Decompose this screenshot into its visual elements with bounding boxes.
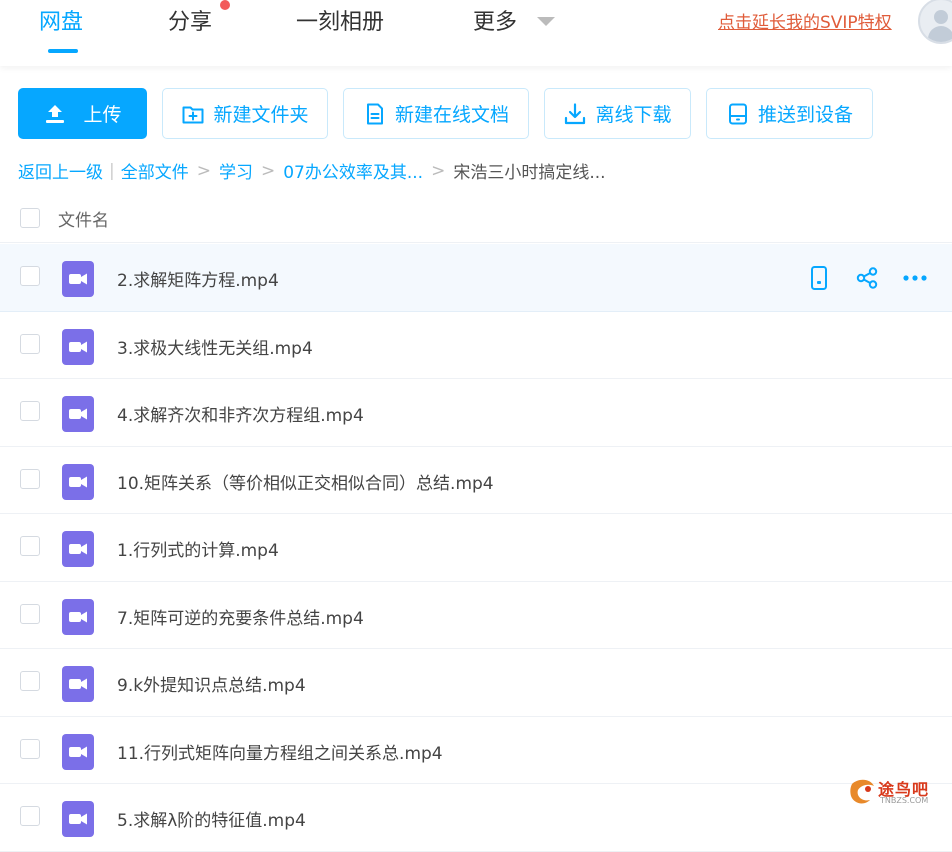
upload-button[interactable]: 上传 xyxy=(18,88,147,139)
row-checkbox[interactable] xyxy=(20,738,40,759)
upload-icon xyxy=(43,102,67,126)
breadcrumb-separator: > xyxy=(196,160,211,181)
row-checkbox[interactable] xyxy=(20,603,40,624)
file-name[interactable]: 3.求极大线性无关组.mp4 xyxy=(117,334,313,359)
file-name[interactable]: 5.求解λ阶的特征值.mp4 xyxy=(117,806,306,831)
select-all-checkbox[interactable] xyxy=(20,208,40,228)
user-body-shape xyxy=(928,26,952,42)
file-list-header: 文件名 xyxy=(0,195,952,243)
file-name[interactable]: 10.矩阵关系（等价相似正交相似合同）总结.mp4 xyxy=(117,469,494,494)
new-folder-label: 新建文件夹 xyxy=(213,104,309,126)
video-file-icon xyxy=(62,598,94,635)
watermark-logo: 途鸟吧 TNBZS.COM xyxy=(848,774,948,810)
upload-label: 上传 xyxy=(83,104,122,126)
video-file-icon xyxy=(62,261,94,297)
watermark-subtext: TNBZS.COM xyxy=(880,796,929,805)
notification-dot xyxy=(220,0,230,10)
file-row[interactable]: 9.k外提知识点总结.mp4 xyxy=(0,649,952,717)
video-file-icon xyxy=(62,531,94,567)
row-checkbox[interactable] xyxy=(20,671,40,691)
file-name[interactable]: 4.求解齐次和非齐次方程组.mp4 xyxy=(117,401,364,426)
new-doc-label: 新建在线文档 xyxy=(394,104,509,126)
new-doc-button[interactable]: 新建在线文档 xyxy=(343,88,529,139)
more-options-icon[interactable] xyxy=(902,265,928,291)
video-file-icon xyxy=(62,666,94,702)
video-file-icon xyxy=(62,801,94,837)
file-row[interactable]: 10.矩阵关系（等价相似正交相似合同）总结.mp4 xyxy=(0,447,952,514)
row-checkbox[interactable] xyxy=(20,806,40,826)
offline-download-button[interactable]: 离线下载 xyxy=(544,88,691,139)
svip-renew-link[interactable]: 点击延长我的SVIP特权 xyxy=(718,8,892,33)
share-icon[interactable] xyxy=(854,265,880,291)
push-device-button[interactable]: 推送到设备 xyxy=(706,88,873,139)
row-checkbox[interactable] xyxy=(20,536,40,556)
file-name[interactable]: 1.行列式的计算.mp4 xyxy=(117,536,279,561)
file-name[interactable]: 7.矩阵可逆的充要条件总结.mp4 xyxy=(117,604,364,629)
top-navigation: 网盘 分享 一刻相册 更多 点击延长我的SVIP特权 xyxy=(0,0,952,66)
breadcrumb-divider: | xyxy=(109,160,115,181)
download-icon xyxy=(563,102,587,126)
offline-download-label: 离线下载 xyxy=(595,104,672,126)
breadcrumb-separator: > xyxy=(431,160,446,181)
file-name[interactable]: 11.行列式矩阵向量方程组之间关系总.mp4 xyxy=(117,739,443,764)
document-icon xyxy=(363,102,387,126)
phone-icon[interactable] xyxy=(806,265,832,291)
new-folder-button[interactable]: 新建文件夹 xyxy=(162,88,328,139)
breadcrumb-study[interactable]: 学习 xyxy=(219,158,253,183)
avatar[interactable] xyxy=(918,0,952,44)
row-checkbox[interactable] xyxy=(20,333,40,354)
video-file-icon xyxy=(62,733,94,770)
chevron-down-icon[interactable] xyxy=(537,17,555,26)
file-row[interactable]: 5.求解λ阶的特征值.mp4 xyxy=(0,784,952,852)
nav-item-more[interactable]: 更多 xyxy=(473,4,517,36)
breadcrumb-separator: > xyxy=(260,160,276,181)
device-icon xyxy=(726,102,750,126)
video-file-icon xyxy=(62,463,94,500)
user-head-shape xyxy=(934,10,948,24)
breadcrumb-office-folder[interactable]: 07办公效率及其... xyxy=(283,158,423,183)
row-checkbox[interactable] xyxy=(20,401,40,421)
file-row[interactable]: 2.求解矩阵方程.mp4 xyxy=(0,244,952,312)
nav-item-netdisk[interactable]: 网盘 xyxy=(39,4,83,36)
filename-column-header[interactable]: 文件名 xyxy=(58,206,109,231)
video-file-icon xyxy=(62,328,94,365)
folder-add-icon xyxy=(181,102,205,126)
file-row[interactable]: 1.行列式的计算.mp4 xyxy=(0,514,952,582)
nav-item-album[interactable]: 一刻相册 xyxy=(296,4,384,36)
file-row[interactable]: 11.行列式矩阵向量方程组之间关系总.mp4 xyxy=(0,717,952,784)
row-checkbox[interactable] xyxy=(20,266,40,286)
file-list: 2.求解矩阵方程.mp4 3.求极大线性无关组.mp4 4.求解齐次和非齐次方程组.… xyxy=(0,244,952,852)
nav-item-share[interactable]: 分享 xyxy=(168,4,212,36)
breadcrumb-all-files[interactable]: 全部文件 xyxy=(121,158,189,183)
file-name[interactable]: 9.k外提知识点总结.mp4 xyxy=(117,671,306,696)
file-row[interactable]: 4.求解齐次和非齐次方程组.mp4 xyxy=(0,379,952,447)
file-row[interactable]: 7.矩阵可逆的充要条件总结.mp4 xyxy=(0,582,952,649)
breadcrumb: 返回上一级 | 全部文件 > 学习 > 07办公效率及其... > 宋浩三小时搞… xyxy=(18,158,606,184)
file-name[interactable]: 2.求解矩阵方程.mp4 xyxy=(117,266,279,291)
push-device-label: 推送到设备 xyxy=(757,104,853,126)
file-row[interactable]: 3.求极大线性无关组.mp4 xyxy=(0,312,952,379)
video-file-icon xyxy=(62,396,94,432)
breadcrumb-back[interactable]: 返回上一级 xyxy=(18,158,103,183)
row-actions xyxy=(806,265,928,291)
nav-active-indicator xyxy=(48,49,78,53)
breadcrumb-current: 宋浩三小时搞定线... xyxy=(453,163,606,183)
row-checkbox[interactable] xyxy=(20,468,40,489)
